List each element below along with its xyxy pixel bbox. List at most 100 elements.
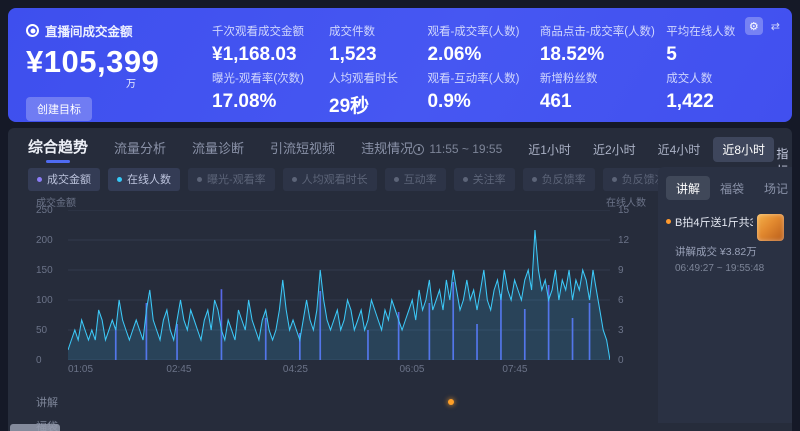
left-tick: 200 (36, 235, 62, 246)
metric-card: 观看-成交率(人数)2.06% (427, 23, 529, 66)
x-tick: 02:45 (166, 364, 191, 375)
metric-card: 人均观看时长 29秒 (329, 70, 417, 118)
chip-dot-icon (37, 177, 42, 182)
tab-流量分析[interactable]: 流量分析 (114, 138, 166, 163)
metric-value: 29秒 (329, 91, 417, 118)
metric-value: ¥1,168.03 (212, 44, 319, 66)
timeline-row-讲解: 讲解 (28, 394, 610, 410)
chart-column: 成交金额在线人数曝光-观看率人均观看时长互动率关注率负反馈率负反馈次数千次观看成… (8, 167, 650, 423)
explain-item[interactable]: B拍4斤送1斤共35-4... 讲解成交 ¥3.82万 06:49:27 ~ 19:… (664, 214, 786, 274)
metric-label: 人均观看时长 (329, 70, 417, 86)
metric-card: 商品点击-成交率(人数)18.52% (540, 23, 656, 66)
panel-tab-讲解[interactable]: 讲解 (666, 176, 710, 200)
chip-dot-icon (117, 177, 122, 182)
explain-item-head: B拍4斤送1斤共35-4... (666, 214, 784, 241)
gear-icon[interactable]: ⚙ (745, 17, 763, 35)
chip-成交金额[interactable]: 成交金额 (28, 168, 100, 191)
nav-right: 11:55 ~ 19:55 近1小时近2小时近4小时近8小时 (413, 137, 774, 162)
event-marker[interactable] (448, 399, 454, 405)
metric-value: 0.9% (427, 91, 529, 113)
chip-dot-icon (532, 177, 537, 182)
tab-违规情况[interactable]: 违规情况 (361, 138, 413, 163)
primary-metric-unit: 万 (126, 80, 194, 90)
clock-icon (413, 144, 424, 155)
chart-canvas[interactable] (68, 210, 610, 360)
metric-card: 新增粉丝数461 (540, 70, 656, 118)
chip-dot-icon (612, 177, 617, 182)
timeline-row-label: 讲解 (28, 394, 62, 410)
item-time-range: 06:49:27 ~ 19:55:48 (666, 263, 784, 274)
item-deal-amount: 讲解成交 ¥3.82万 (666, 244, 784, 259)
right-tick: 0 (618, 355, 646, 366)
metric-label: 平均在线人数 (666, 23, 750, 39)
trend-chart: 成交金额 在线人数 250200150100500 15129630 01:05… (28, 194, 650, 431)
main-panel: 综合趋势 流量分析 流量诊断 引流短视频 违规情况 11:55 ~ 19:55 近1小时… (8, 128, 792, 431)
item-title: B拍4斤送1斤共35-4... (675, 214, 753, 230)
x-tick: 04:25 (283, 364, 308, 375)
chip-label: 曝光-观看率 (207, 171, 266, 187)
metric-value: 5 (666, 44, 750, 66)
range-button[interactable]: 近1小时 (519, 137, 580, 162)
primary-metric: 直播间成交金额 ¥105,399 万 创建目标 (26, 21, 194, 112)
left-tick: 250 (36, 205, 62, 216)
explain-side-panel: 讲解福袋场记 B拍4斤送1斤共35-4...讲解成交 ¥3.82万06:49:2… (658, 167, 792, 423)
panel-tab-场记[interactable]: 场记 (754, 176, 798, 200)
metric-label: 千次观看成交金额 (212, 23, 319, 39)
x-axis-labels: 01:05 02:45 04:25 06:05 07:45 (68, 364, 610, 376)
tab-引流短视频[interactable]: 引流短视频 (270, 138, 335, 163)
chip-负反馈率[interactable]: 负反馈率 (523, 168, 595, 191)
chip-互动率[interactable]: 互动率 (385, 168, 446, 191)
chip-label: 互动率 (404, 171, 437, 187)
left-tick: 50 (36, 325, 62, 336)
metric-card: 曝光-观看率(次数)17.08% (212, 70, 319, 118)
chip-在线人数[interactable]: 在线人数 (108, 168, 180, 191)
chip-label: 在线人数 (127, 171, 171, 187)
tab-综合趋势[interactable]: 综合趋势 (28, 136, 88, 163)
range-button[interactable]: 近2小时 (584, 137, 645, 162)
x-tick: 07:45 (502, 364, 527, 375)
time-range: 11:55 ~ 19:55 (413, 142, 502, 156)
tab-流量诊断[interactable]: 流量诊断 (192, 138, 244, 163)
create-goal-button[interactable]: 创建目标 (26, 97, 92, 121)
metric-grid: 千次观看成交金额 ¥1,168.03 成交件数 1,523 观看-成交率(人数)2.06… (194, 21, 776, 112)
banner-actions: ⚙ ⇄ (745, 17, 780, 35)
x-tick: 06:05 (399, 364, 424, 375)
section-tabs: 综合趋势 流量分析 流量诊断 引流短视频 违规情况 (28, 136, 413, 163)
chip-关注率[interactable]: 关注率 (454, 168, 515, 191)
left-tick: 150 (36, 265, 62, 276)
timeline-track[interactable] (62, 394, 610, 410)
metric-card: 千次观看成交金额 ¥1,168.03 (212, 23, 319, 66)
metric-label: 观看-互动率(人数) (427, 70, 529, 86)
item-thumbnail (757, 214, 784, 241)
content-area: 成交金额在线人数曝光-观看率人均观看时长互动率关注率负反馈率负反馈次数千次观看成… (8, 167, 792, 423)
chip-label: 关注率 (473, 171, 506, 187)
right-tick: 15 (618, 205, 646, 216)
summary-banner: 直播间成交金额 ¥105,399 万 创建目标 千次观看成交金额 ¥1,168.0… (8, 8, 792, 122)
metric-card: 成交人数1,422 (666, 70, 750, 118)
metric-label: 商品点击-成交率(人数) (540, 23, 656, 39)
timeline-row-福袋: 福袋 (28, 418, 610, 431)
range-button[interactable]: 近4小时 (649, 137, 710, 162)
swap-icon[interactable]: ⇄ (771, 20, 780, 33)
chip-人均观看时长[interactable]: 人均观看时长 (283, 168, 377, 191)
primary-metric-label: 直播间成交金额 (45, 21, 133, 40)
metric-label: 成交件数 (329, 23, 417, 39)
timeline-track[interactable] (62, 418, 610, 431)
time-range-text: 11:55 ~ 19:55 (429, 142, 502, 156)
chip-label: 成交金额 (47, 171, 91, 187)
right-tick: 3 (618, 325, 646, 336)
metric-value: 461 (540, 91, 656, 113)
chip-dot-icon (463, 177, 468, 182)
metric-label: 成交人数 (666, 70, 750, 86)
item-bullet-icon (666, 219, 671, 224)
metric-value: 1,523 (329, 44, 417, 66)
live-dashboard-page: 直播间成交金额 ¥105,399 万 创建目标 千次观看成交金额 ¥1,168.0… (0, 0, 800, 431)
metric-card: 成交件数 1,523 (329, 23, 417, 66)
right-tick: 6 (618, 295, 646, 306)
metric-card: 平均在线人数 5 (666, 23, 750, 66)
chip-曝光-观看率[interactable]: 曝光-观看率 (188, 168, 275, 191)
metric-value: 17.08% (212, 91, 319, 113)
panel-tab-福袋[interactable]: 福袋 (710, 176, 754, 200)
x-tick: 01:05 (68, 364, 93, 375)
nav-row: 综合趋势 流量分析 流量诊断 引流短视频 违规情况 11:55 ~ 19:55 近1小时… (8, 136, 792, 162)
